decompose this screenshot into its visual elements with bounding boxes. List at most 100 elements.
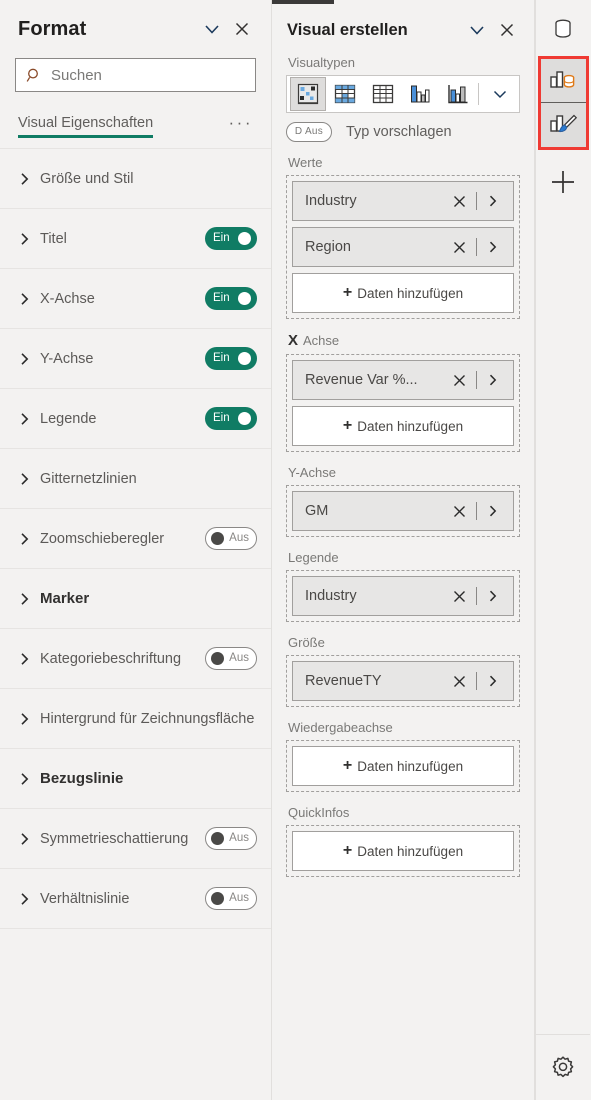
field-well-dropzone[interactable]: + Daten hinzufügen xyxy=(286,740,520,792)
chevron-right-icon[interactable] xyxy=(14,291,36,307)
field-well-label: Wiedergabeachse xyxy=(288,720,393,735)
add-data-button[interactable]: + Daten hinzufügen xyxy=(292,831,514,871)
format-property-toggle[interactable]: Aus xyxy=(205,827,257,850)
build-visual-icon[interactable] xyxy=(540,59,586,103)
field-well-label: Y-Achse xyxy=(288,465,336,480)
more-options-icon[interactable]: ··· xyxy=(229,114,253,138)
format-property-toggle[interactable]: Ein xyxy=(205,227,257,250)
chevron-right-icon[interactable] xyxy=(14,711,36,727)
toggle-label: Ein xyxy=(213,411,230,424)
format-property-label: Titel xyxy=(40,230,67,247)
close-icon[interactable] xyxy=(227,14,257,44)
format-property-toggle[interactable]: Aus xyxy=(205,647,257,670)
field-well-dropzone[interactable]: Industry Region + Daten hinzufügen xyxy=(286,175,520,319)
close-icon[interactable] xyxy=(448,504,470,519)
format-property-label: X-Achse xyxy=(40,290,95,307)
chevron-right-icon[interactable] xyxy=(14,591,36,607)
chevron-right-icon[interactable] xyxy=(14,231,36,247)
close-icon[interactable] xyxy=(448,589,470,604)
add-data-button[interactable]: + Daten hinzufügen xyxy=(292,273,514,313)
format-property-row[interactable]: Größe und Stil xyxy=(0,149,271,209)
field-pill-divider xyxy=(476,238,477,256)
close-icon[interactable] xyxy=(448,240,470,255)
toggle-label: Ein xyxy=(213,291,230,304)
chevron-right-icon[interactable] xyxy=(483,194,503,208)
plus-icon: + xyxy=(342,842,353,859)
field-well-dropzone[interactable]: RevenueTY xyxy=(286,655,520,707)
format-property-toggle[interactable]: Aus xyxy=(205,527,257,550)
chevron-right-icon[interactable] xyxy=(14,891,36,907)
field-pill[interactable]: Industry xyxy=(292,576,514,616)
format-property-row[interactable]: Marker xyxy=(0,569,271,629)
clustered-column-chart-icon[interactable] xyxy=(403,77,438,111)
chevron-right-icon[interactable] xyxy=(14,651,36,667)
chevron-right-icon[interactable] xyxy=(14,171,36,187)
database-cylinder-icon[interactable] xyxy=(540,6,586,52)
chevron-right-icon[interactable] xyxy=(14,831,36,847)
stacked-column-chart-icon[interactable] xyxy=(440,77,475,111)
format-property-row[interactable]: Hintergrund für Zeichnungsfläche xyxy=(0,689,271,749)
search-box[interactable] xyxy=(15,58,256,92)
plus-icon: + xyxy=(342,757,353,774)
field-well-dropzone[interactable]: GM xyxy=(286,485,520,537)
close-icon[interactable] xyxy=(448,373,470,388)
format-property-row[interactable]: Kategoriebeschriftung Aus xyxy=(0,629,271,689)
format-property-row[interactable]: Symmetrieschattierung Aus xyxy=(0,809,271,869)
table-icon[interactable] xyxy=(365,77,400,111)
add-data-label: Daten hinzufügen xyxy=(357,758,464,774)
suggest-type-toggle[interactable]: D Aus xyxy=(286,122,332,142)
format-property-row[interactable]: Legende Ein xyxy=(0,389,271,449)
chevron-right-icon[interactable] xyxy=(14,531,36,547)
format-property-list: Größe und Stil Titel Ein X-Achse Ein Y-Achse E… xyxy=(0,148,271,1100)
field-well-label: QuickInfos xyxy=(288,805,350,820)
format-property-row[interactable]: X-Achse Ein xyxy=(0,269,271,329)
plus-icon[interactable] xyxy=(540,160,586,204)
format-property-row[interactable]: Bezugslinie xyxy=(0,749,271,809)
field-well-dropzone[interactable]: + Daten hinzufügen xyxy=(286,825,520,877)
field-pill[interactable]: Region xyxy=(292,227,514,267)
field-well-dropzone[interactable]: Industry xyxy=(286,570,520,622)
field-pill-divider xyxy=(476,371,477,389)
format-property-toggle[interactable]: Aus xyxy=(205,887,257,910)
chevron-right-icon[interactable] xyxy=(14,411,36,427)
field-pill[interactable]: Industry xyxy=(292,181,514,221)
scatter-chart-icon[interactable] xyxy=(290,77,326,111)
format-property-row[interactable]: Gitternetzlinien xyxy=(0,449,271,509)
matrix-table-icon[interactable] xyxy=(328,77,363,111)
search-input[interactable] xyxy=(51,66,245,84)
add-data-button[interactable]: + Daten hinzufügen xyxy=(292,746,514,786)
chevron-down-icon[interactable] xyxy=(197,14,227,44)
chevron-right-icon[interactable] xyxy=(483,373,503,387)
chevron-right-icon[interactable] xyxy=(483,240,503,254)
field-pill[interactable]: GM xyxy=(292,491,514,531)
format-visual-paintbrush-icon[interactable] xyxy=(540,103,586,147)
add-data-button[interactable]: + Daten hinzufügen xyxy=(292,406,514,446)
format-property-toggle[interactable]: Ein xyxy=(205,407,257,430)
chevron-right-icon[interactable] xyxy=(14,351,36,367)
field-well-group: Größe RevenueTY xyxy=(272,622,534,707)
chevron-right-icon[interactable] xyxy=(483,674,503,688)
chevron-right-icon[interactable] xyxy=(483,589,503,603)
field-well-dropzone[interactable]: Revenue Var %... + Daten hinzufügen xyxy=(286,354,520,452)
chevron-right-icon[interactable] xyxy=(483,504,503,518)
close-icon[interactable] xyxy=(448,194,470,209)
format-property-toggle[interactable]: Ein xyxy=(205,347,257,370)
format-property-row[interactable]: Zoomschieberegler Aus xyxy=(0,509,271,569)
format-property-row[interactable]: Y-Achse Ein xyxy=(0,329,271,389)
chevron-right-icon[interactable] xyxy=(14,771,36,787)
chevron-right-icon[interactable] xyxy=(14,471,36,487)
format-property-row[interactable]: Verhältnislinie Aus xyxy=(0,869,271,929)
field-pill[interactable]: Revenue Var %... xyxy=(292,360,514,400)
chevron-down-icon[interactable] xyxy=(462,15,492,45)
tab-visual-eigenschaften[interactable]: Visual Eigenschaften xyxy=(18,115,154,138)
format-property-toggle[interactable]: Ein xyxy=(205,287,257,310)
format-property-row[interactable]: Titel Ein xyxy=(0,209,271,269)
toggle-label: Aus xyxy=(229,531,249,544)
close-icon[interactable] xyxy=(492,15,522,45)
power-bi-panels: Format Visual Eigenschaften ··· Größe un xyxy=(0,0,591,1100)
chevron-down-icon[interactable] xyxy=(483,77,517,111)
suggest-type-row: D Aus Typ vorschlagen xyxy=(272,113,534,142)
field-pill[interactable]: RevenueTY xyxy=(292,661,514,701)
close-icon[interactable] xyxy=(448,674,470,689)
gear-icon[interactable] xyxy=(540,1045,586,1091)
